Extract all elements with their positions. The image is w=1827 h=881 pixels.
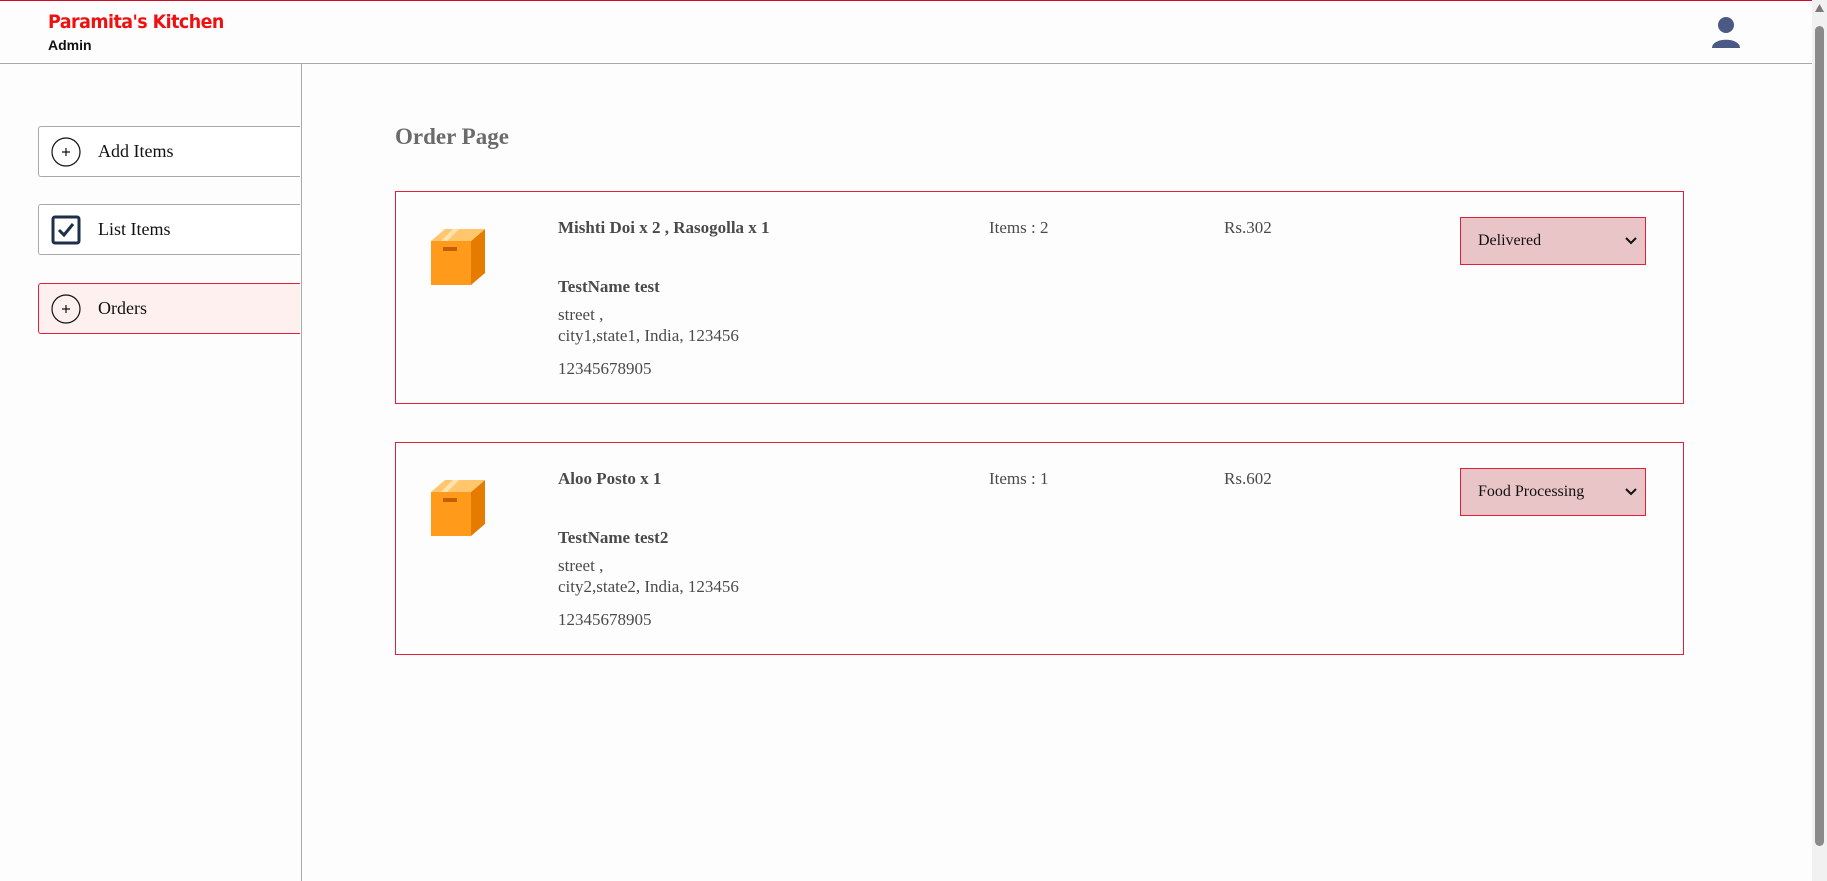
sidebar: Add Items List Items Orders <box>0 64 302 881</box>
sidebar-item-orders[interactable]: Orders <box>38 283 300 334</box>
customer-name: TestName test2 <box>558 528 669 547</box>
top-navbar: Paramita's Kitchen Admin <box>0 1 1812 64</box>
address-street: street , <box>558 556 604 575</box>
scrollbar-thumb[interactable] <box>1815 26 1824 846</box>
address-street: street , <box>558 305 604 324</box>
sidebar-item-label: Orders <box>98 298 147 318</box>
main-content: Order Page Mishti Doi x 2 , Rasogolla x … <box>302 64 1812 881</box>
address-city: city1,state1, India, 123456 <box>558 326 739 345</box>
chevron-down-icon <box>1625 237 1637 245</box>
address-city: city2,state2, India, 123456 <box>558 577 739 596</box>
user-icon[interactable] <box>1708 15 1744 51</box>
customer-phone: 12345678905 <box>558 359 652 378</box>
order-status-select[interactable]: Delivered <box>1460 217 1646 265</box>
order-status-select[interactable]: Food Processing <box>1460 468 1646 516</box>
brand-subtitle: Admin <box>48 37 92 53</box>
checkbox-icon <box>51 215 81 245</box>
page-title: Order Page <box>395 124 509 149</box>
vertical-scrollbar[interactable] <box>1812 0 1827 881</box>
order-items: Mishti Doi x 2 , Rasogolla x 1 <box>558 218 770 237</box>
chevron-down-icon <box>1625 488 1637 496</box>
status-value: Delivered <box>1478 232 1542 249</box>
order-item-count: Items : 2 <box>989 218 1049 237</box>
parcel-icon <box>431 229 485 285</box>
order-amount: Rs.602 <box>1224 469 1272 488</box>
sidebar-item-add-items[interactable]: Add Items <box>38 126 300 177</box>
order-items: Aloo Posto x 1 <box>558 469 662 488</box>
plus-circle-icon <box>51 294 81 324</box>
order-card: Aloo Posto x 1 TestName test2 street , c… <box>395 442 1684 655</box>
order-amount: Rs.302 <box>1224 218 1272 237</box>
plus-circle-icon <box>51 137 81 167</box>
sidebar-item-label: List Items <box>98 219 171 239</box>
brand-logo-text[interactable]: Paramita's Kitchen <box>48 11 224 33</box>
order-item-count: Items : 1 <box>989 469 1049 488</box>
sidebar-item-list-items[interactable]: List Items <box>38 204 300 255</box>
order-card: Mishti Doi x 2 , Rasogolla x 1 TestName … <box>395 191 1684 404</box>
customer-phone: 12345678905 <box>558 610 652 629</box>
sidebar-item-label: Add Items <box>98 141 174 161</box>
scroll-up-arrow-icon[interactable] <box>1815 4 1824 12</box>
customer-name: TestName test <box>558 277 660 296</box>
status-value: Food Processing <box>1478 483 1585 500</box>
parcel-icon <box>431 480 485 536</box>
